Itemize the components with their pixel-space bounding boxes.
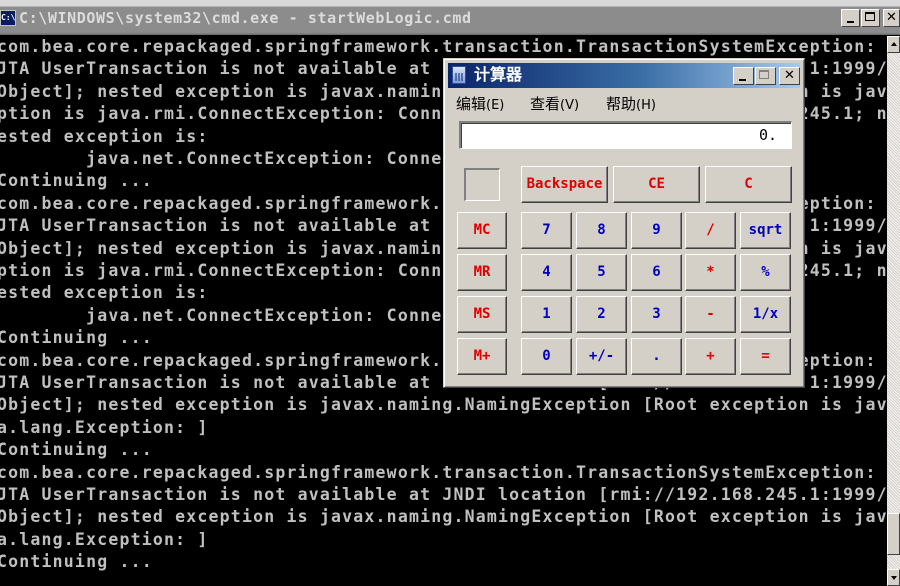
memory-indicator bbox=[464, 168, 500, 201]
console-line: a.lang.Exception: ] bbox=[0, 529, 209, 549]
cmd-window-title: C:\WINDOWS\system32\cmd.exe - startWebLo… bbox=[19, 9, 472, 27]
calculator-icon[interactable] bbox=[452, 66, 466, 84]
scroll-up-button[interactable] bbox=[887, 36, 900, 53]
console-line: Continuing ... bbox=[0, 328, 153, 348]
key-8-button[interactable]: 8 bbox=[576, 212, 627, 249]
maximize-icon bbox=[759, 70, 769, 79]
calculator-maximize-button[interactable] bbox=[755, 67, 776, 85]
arrow-up-icon bbox=[891, 42, 897, 46]
key-multiply-button[interactable]: * bbox=[685, 254, 736, 291]
cmd-minimize-button[interactable] bbox=[841, 9, 860, 27]
console-line: ested exception is: bbox=[0, 283, 209, 303]
key-mc-button[interactable]: MC bbox=[457, 212, 507, 249]
console-line: Continuing ... bbox=[0, 552, 153, 572]
menu-edit-label: 编辑 bbox=[456, 95, 487, 113]
close-icon: ✕ bbox=[784, 68, 795, 83]
backspace-button[interactable]: Backspace bbox=[521, 166, 608, 203]
calculator-title-bar[interactable]: 计算器 ✕ bbox=[448, 63, 800, 88]
scrollbar-thumb[interactable] bbox=[887, 512, 900, 555]
cmd-close-button[interactable]: ✕ bbox=[883, 9, 900, 27]
menu-help-label: 帮助 bbox=[606, 95, 637, 113]
arrow-down-icon bbox=[891, 576, 897, 580]
key-3-button[interactable]: 3 bbox=[631, 296, 682, 333]
console-line: Continuing ... bbox=[0, 171, 153, 191]
key-1dividex-button[interactable]: 1/x bbox=[740, 296, 791, 333]
calculator-close-button[interactable]: ✕ bbox=[779, 67, 800, 85]
key-1-button[interactable]: 1 bbox=[521, 296, 572, 333]
calculator-minimize-button[interactable] bbox=[733, 67, 754, 85]
close-icon: ✕ bbox=[886, 10, 897, 25]
key-plus-button[interactable]: + bbox=[685, 338, 736, 375]
key-divide-button[interactable]: / bbox=[685, 212, 736, 249]
menu-help-accel: (H) bbox=[636, 98, 656, 113]
minimize-icon bbox=[847, 21, 854, 23]
key-2-button[interactable]: 2 bbox=[576, 296, 627, 333]
key-percent-button[interactable]: % bbox=[740, 254, 791, 291]
key-mr-button[interactable]: MR bbox=[457, 254, 507, 291]
console-scrollbar[interactable] bbox=[887, 36, 900, 586]
ce-button[interactable]: CE bbox=[613, 166, 700, 203]
key-equals-button[interactable]: = bbox=[740, 338, 791, 375]
console-line: Object]; nested exception is javax.namin… bbox=[0, 507, 887, 527]
key-5-button[interactable]: 5 bbox=[576, 254, 627, 291]
console-line: com.bea.core.repackaged.springframework.… bbox=[0, 37, 877, 56]
console-line: ested exception is: bbox=[0, 126, 209, 146]
console-line: Object]; nested exception is javax.namin… bbox=[0, 395, 887, 415]
key-7-button[interactable]: 7 bbox=[521, 212, 572, 249]
scroll-down-button[interactable] bbox=[887, 569, 900, 586]
key-0-button[interactable]: 0 bbox=[521, 338, 572, 375]
menu-edit[interactable]: 编辑(E) bbox=[456, 93, 504, 114]
menu-help[interactable]: 帮助(H) bbox=[606, 93, 656, 114]
c-button[interactable]: C bbox=[705, 166, 792, 203]
key-sqrt-button[interactable]: sqrt bbox=[740, 212, 791, 249]
calculator-display[interactable]: 0. bbox=[459, 121, 792, 149]
calculator-window: 计算器 ✕ 编辑(E) 查看(V) 帮助(H) 0. Backspace CE C M… bbox=[443, 58, 805, 388]
key-plusdivideminus-button[interactable]: +/- bbox=[576, 338, 627, 375]
minimize-icon bbox=[739, 79, 746, 81]
cmd-maximize-button[interactable] bbox=[861, 9, 880, 27]
key-decimal-button[interactable]: . bbox=[631, 338, 682, 375]
menu-view-label: 查看 bbox=[530, 95, 561, 113]
cmd-title-bar[interactable]: C:\ C:\WINDOWS\system32\cmd.exe - startW… bbox=[0, 0, 900, 35]
menu-view[interactable]: 查看(V) bbox=[530, 93, 579, 114]
key-4-button[interactable]: 4 bbox=[521, 254, 572, 291]
console-line: JTA UserTransaction is not available at … bbox=[0, 485, 887, 504]
console-line: Continuing ... bbox=[0, 440, 153, 460]
console-line: a.lang.Exception: ] bbox=[0, 417, 209, 437]
menu-view-accel: (V) bbox=[560, 98, 580, 113]
console-line: com.bea.core.repackaged.springframework.… bbox=[0, 462, 877, 482]
key-ms-button[interactable]: MS bbox=[457, 296, 507, 333]
key-mplus-button[interactable]: M+ bbox=[457, 338, 507, 375]
key-6-button[interactable]: 6 bbox=[631, 254, 682, 291]
maximize-icon bbox=[865, 12, 875, 21]
cmd-icon[interactable]: C:\ bbox=[0, 10, 16, 26]
key-9-button[interactable]: 9 bbox=[631, 212, 682, 249]
calculator-title: 计算器 bbox=[474, 65, 523, 84]
menu-edit-accel: (E) bbox=[486, 98, 505, 113]
key-minus-button[interactable]: - bbox=[685, 296, 736, 333]
